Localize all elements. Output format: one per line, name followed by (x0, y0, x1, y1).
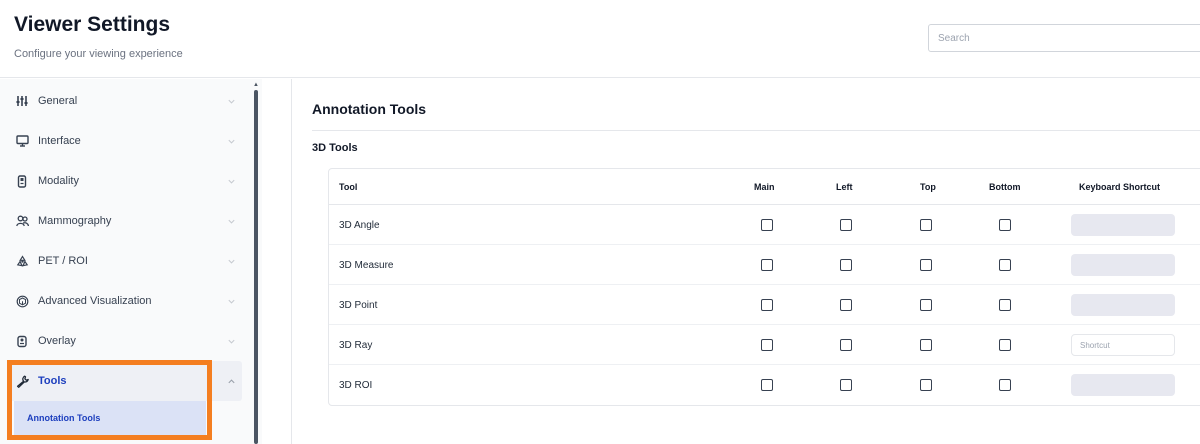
table-row: 3D Angle (329, 205, 1200, 245)
left-checkbox[interactable] (840, 339, 852, 351)
shortcut-field[interactable] (1071, 374, 1175, 396)
chevron-up-icon (224, 374, 238, 388)
main-checkbox[interactable] (761, 259, 773, 271)
bottom-checkbox[interactable] (999, 339, 1011, 351)
top-checkbox[interactable] (920, 219, 932, 231)
sidebar-item-overlay[interactable]: Overlay (8, 321, 242, 361)
tool-name: 3D ROI (339, 379, 373, 391)
sidebar-item-pet-roi[interactable]: PET / ROI (8, 241, 242, 281)
left-checkbox[interactable] (840, 299, 852, 311)
table-row: 3D Ray (329, 325, 1200, 365)
left-checkbox[interactable] (840, 219, 852, 231)
column-header-bottom: Bottom (989, 182, 1021, 192)
group-title: 3D Tools (312, 142, 358, 154)
table-row: 3D Measure (329, 245, 1200, 285)
sidebar-item-interface[interactable]: Interface (8, 121, 242, 161)
sidebar-item-label: Mammography (38, 215, 112, 227)
top-checkbox[interactable] (920, 339, 932, 351)
table-row: 3D ROI (329, 365, 1200, 405)
chevron-down-icon (224, 294, 238, 308)
main-content: Annotation Tools 3D Tools Tool Main Left… (262, 79, 1200, 444)
tool-name: 3D Point (339, 299, 378, 311)
column-header-keyboard-shortcut: Keyboard Shortcut (1079, 182, 1161, 192)
sidebar-item-general[interactable]: General (8, 81, 242, 121)
page-subtitle: Configure your viewing experience (14, 48, 183, 60)
sidebar-item-label: Advanced Visualization (38, 295, 152, 307)
chevron-down-icon (224, 214, 238, 228)
search-input[interactable] (928, 24, 1200, 52)
sidebar-item-label: General (38, 95, 78, 107)
tool-name: 3D Ray (339, 339, 373, 351)
chevron-down-icon (224, 254, 238, 268)
column-header-left: Left (836, 182, 853, 192)
tools-table: Tool Main Left Top Bottom Keyboard Short… (328, 168, 1200, 406)
shortcut-field[interactable] (1071, 294, 1175, 316)
shortcut-input[interactable] (1071, 334, 1175, 356)
main-checkbox[interactable] (761, 379, 773, 391)
header: Viewer Settings Configure your viewing e… (0, 0, 1200, 78)
top-checkbox[interactable] (920, 379, 932, 391)
users-icon (15, 214, 29, 228)
page-title: Viewer Settings (14, 13, 171, 36)
sidebar-item-label: PET / ROI (38, 255, 88, 267)
bottom-checkbox[interactable] (999, 219, 1011, 231)
column-header-main: Main (754, 182, 775, 192)
top-checkbox[interactable] (920, 299, 932, 311)
top-checkbox[interactable] (920, 259, 932, 271)
divider (291, 79, 292, 444)
bottom-checkbox[interactable] (999, 379, 1011, 391)
shortcut-field[interactable] (1071, 254, 1175, 276)
left-checkbox[interactable] (840, 379, 852, 391)
sidebar-item-advanced-visualization[interactable]: Advanced Visualization (8, 281, 242, 321)
cube-icon (15, 294, 29, 308)
main-checkbox[interactable] (761, 219, 773, 231)
section-title: Annotation Tools (312, 101, 427, 117)
chevron-down-icon (224, 334, 238, 348)
device-icon (15, 174, 29, 188)
scroll-up-icon: ▲ (253, 82, 259, 88)
sidebar-scrollbar[interactable]: ▲ (253, 82, 259, 444)
layers-icon (15, 334, 29, 348)
main-checkbox[interactable] (761, 339, 773, 351)
column-header-tool: Tool (339, 182, 358, 192)
bottom-checkbox[interactable] (999, 299, 1011, 311)
sidebar: General Interface Modality Mammography P… (0, 79, 262, 444)
chevron-down-icon (224, 134, 238, 148)
table-row: 3D Point (329, 285, 1200, 325)
tool-name: 3D Angle (339, 219, 380, 231)
chevron-down-icon (224, 174, 238, 188)
sidebar-item-label: Modality (38, 175, 79, 187)
shortcut-field[interactable] (1071, 214, 1175, 236)
scrollbar-thumb[interactable] (254, 90, 258, 444)
sidebar-item-mammography[interactable]: Mammography (8, 201, 242, 241)
main-checkbox[interactable] (761, 299, 773, 311)
sliders-icon (15, 94, 29, 108)
sidebar-item-modality[interactable]: Modality (8, 161, 242, 201)
sidebar-item-label: Overlay (38, 335, 76, 347)
chevron-down-icon (224, 94, 238, 108)
left-checkbox[interactable] (840, 259, 852, 271)
table-header: Tool Main Left Top Bottom Keyboard Short… (329, 169, 1200, 205)
bottom-checkbox[interactable] (999, 259, 1011, 271)
divider (312, 130, 1200, 131)
column-header-top: Top (920, 182, 936, 192)
sidebar-item-label: Interface (38, 135, 81, 147)
highlight-frame (7, 360, 212, 440)
monitor-icon (15, 134, 29, 148)
radiation-icon (15, 254, 29, 268)
tool-name: 3D Measure (339, 259, 394, 271)
